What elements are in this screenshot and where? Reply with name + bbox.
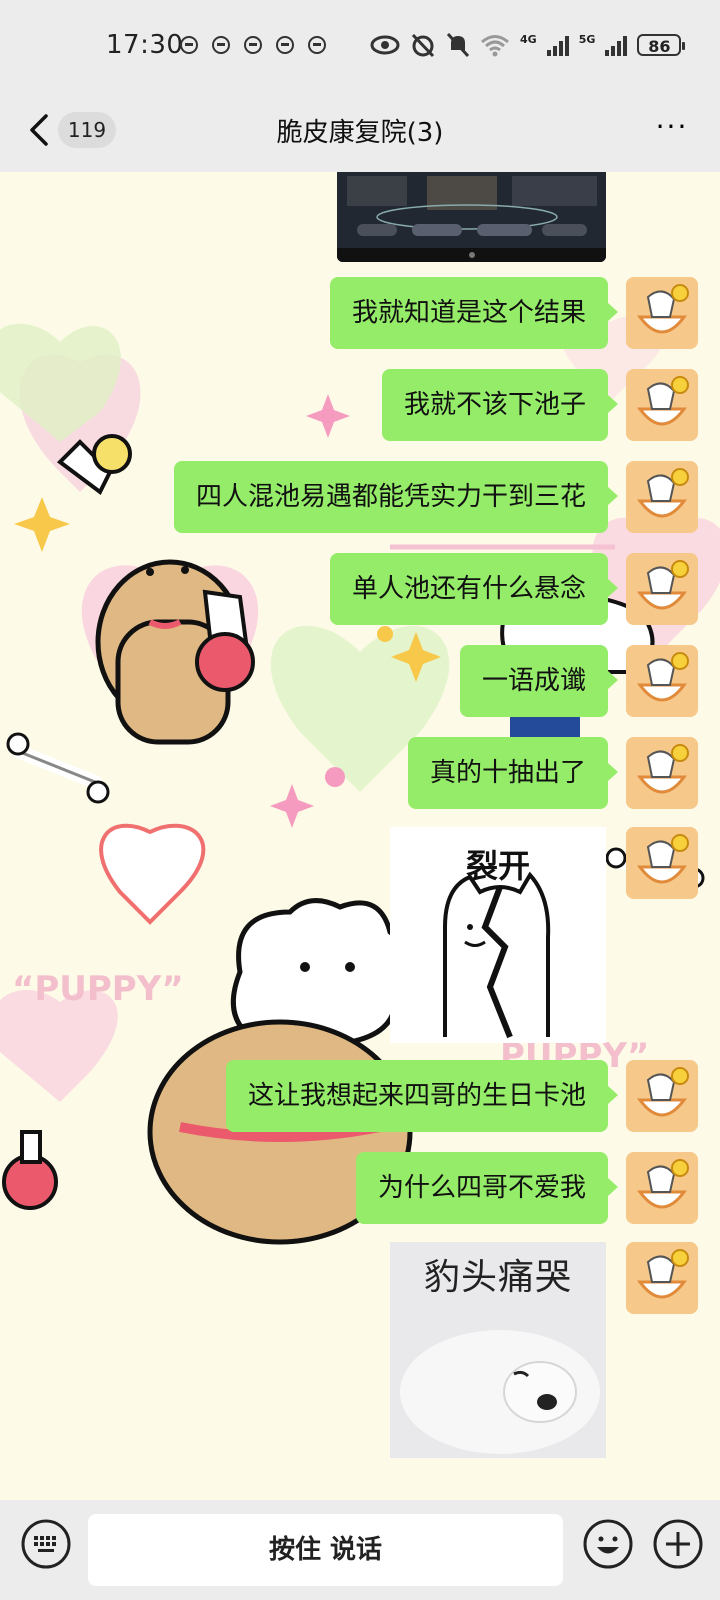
app-notification-icon xyxy=(244,36,262,54)
message-row: 这让我想起来四哥的生日卡池 xyxy=(0,1060,720,1132)
signal-bars-icon xyxy=(605,34,628,56)
message-row: 四人混池易遇都能凭实力干到三花 xyxy=(0,461,720,533)
network-5g-label: 5G xyxy=(578,32,596,46)
app-notification-icon xyxy=(212,36,230,54)
chat-header: 119 脆皮康复院(3) ··· xyxy=(0,92,720,172)
alarm-off-icon xyxy=(411,33,435,58)
message-bubble[interactable]: 我就知道是这个结果 xyxy=(329,277,619,349)
user-avatar[interactable] xyxy=(626,1152,698,1224)
wallpaper-text: “PUPPY” xyxy=(12,969,184,1009)
app-notification-icon xyxy=(180,36,198,54)
cracked-cat-icon xyxy=(443,871,551,1039)
image-content xyxy=(337,172,606,262)
message-row: 单人池还有什么悬念 xyxy=(0,553,720,625)
message-bubble[interactable]: 为什么四哥不爱我 xyxy=(355,1152,619,1224)
signal-bars-icon xyxy=(546,34,569,56)
user-avatar[interactable] xyxy=(626,553,698,625)
sticker-crack[interactable]: 裂开 xyxy=(390,827,606,1043)
user-avatar[interactable] xyxy=(626,827,698,899)
message-bubble[interactable]: 四人混池易遇都能凭实力干到三花 xyxy=(173,461,619,533)
user-avatar[interactable] xyxy=(626,369,698,441)
sticker-seal-crying[interactable]: 豹头痛哭 xyxy=(390,1242,606,1458)
input-bar: 按住 说话 xyxy=(0,1500,720,1600)
wifi-icon xyxy=(481,35,509,57)
user-avatar[interactable] xyxy=(626,737,698,809)
message-bubble[interactable]: 我就不该下池子 xyxy=(381,369,619,441)
mute-icon xyxy=(446,32,470,58)
user-avatar[interactable] xyxy=(626,1242,698,1314)
network-4g-label: 4G xyxy=(520,32,537,46)
message-bubble[interactable]: 单人池还有什么悬念 xyxy=(329,553,619,625)
chat-area[interactable]: “PUPPY” PUPPY” 我就知道是这个结果 我就不该下池子 四人混池易遇都… xyxy=(0,172,720,1500)
app-notification-icon xyxy=(308,36,326,54)
user-avatar[interactable] xyxy=(626,1060,698,1132)
emoji-icon[interactable] xyxy=(582,1518,634,1570)
user-avatar[interactable] xyxy=(626,645,698,717)
battery-icon: 86 xyxy=(637,34,686,56)
eye-icon xyxy=(370,35,400,55)
more-options-button[interactable]: ··· xyxy=(652,112,692,148)
message-bubble[interactable]: 一语成谶 xyxy=(459,645,619,717)
user-avatar[interactable] xyxy=(626,461,698,533)
message-bubble[interactable]: 真的十抽出了 xyxy=(407,737,619,809)
hold-to-talk-button[interactable]: 按住 说话 xyxy=(88,1514,563,1586)
status-bar: 17:30 4G 5G 86 xyxy=(0,0,720,92)
plus-icon[interactable] xyxy=(652,1518,704,1570)
message-bubble[interactable]: 这让我想起来四哥的生日卡池 xyxy=(225,1060,619,1132)
status-time: 17:30 xyxy=(106,30,184,60)
keyboard-toggle-icon[interactable] xyxy=(20,1518,72,1570)
chat-title: 脆皮康复院(3) xyxy=(276,118,444,148)
notification-icons xyxy=(180,36,326,54)
seal-icon xyxy=(400,1330,600,1454)
app-notification-icon xyxy=(276,36,294,54)
message-row: 一语成谶 xyxy=(0,645,720,717)
message-row: 真的十抽出了 xyxy=(0,737,720,809)
message-row: 为什么四哥不爱我 xyxy=(0,1152,720,1224)
message-row: 我就不该下池子 xyxy=(0,369,720,441)
user-avatar[interactable] xyxy=(626,277,698,349)
message-row: 我就知道是这个结果 xyxy=(0,277,720,349)
system-icons: 4G 5G 86 xyxy=(370,32,686,58)
game-screenshot-image[interactable] xyxy=(337,172,606,262)
